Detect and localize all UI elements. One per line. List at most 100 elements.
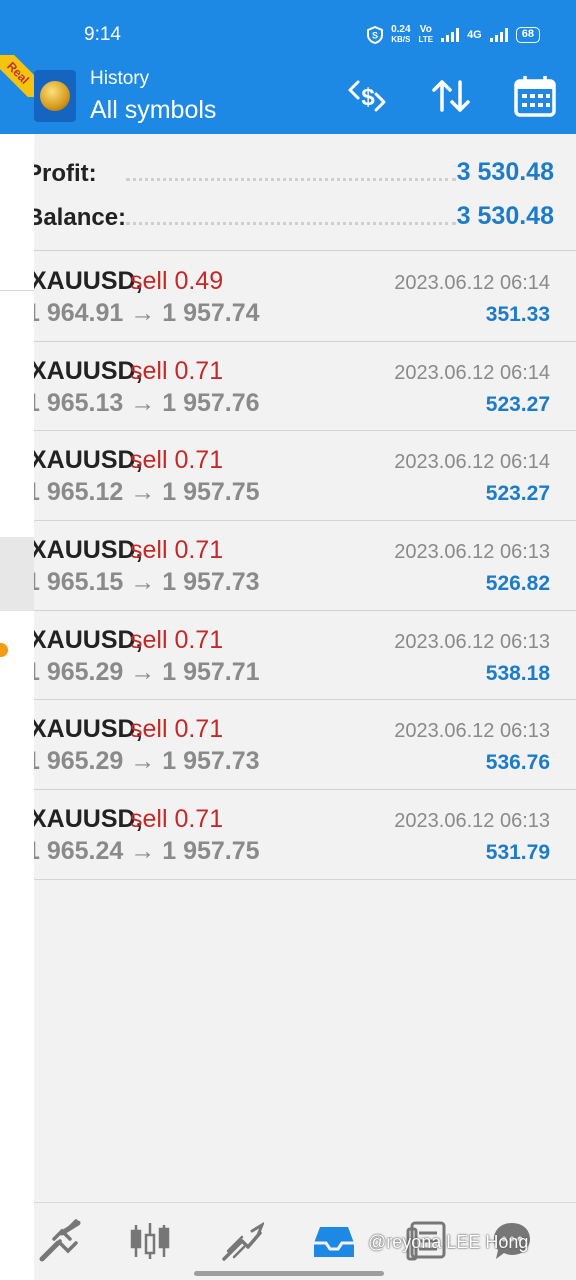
summary-divider	[34, 250, 576, 251]
deal-open-price: 1 964.91	[34, 299, 124, 327]
deal-symbol: XAUUSD,	[34, 356, 143, 385]
watermark: @reyona LEE Hong	[368, 1232, 529, 1252]
arrow-right-icon: →	[130, 657, 156, 686]
deal-prices: 1 965.15 → 1 957.73	[34, 568, 260, 597]
arrow-right-icon: →	[130, 478, 156, 507]
arrow-right-icon: →	[130, 299, 156, 327]
deal-profit: 523.27	[485, 392, 550, 416]
deal-time: 2023.06.12 06:14	[394, 272, 550, 294]
arrow-right-icon: →	[130, 388, 156, 417]
symbol-filter[interactable]: All symbols	[90, 96, 216, 125]
arrow-right-icon: →	[130, 837, 156, 866]
deal-symbol: XAUUSD,	[34, 267, 143, 295]
signal-icon-2	[489, 28, 508, 42]
svg-text:S: S	[372, 31, 378, 41]
page-title: History	[90, 68, 150, 89]
deal-close-price: 1 957.75	[162, 478, 260, 507]
deals-list: XAUUSD, sell 0.49 1 964.91 → 1 957.74 20…	[34, 252, 576, 880]
notification-dot	[0, 643, 8, 657]
balance-value: 3 530.48	[456, 202, 554, 230]
metatrader-logo-icon[interactable]	[34, 70, 76, 122]
side-drawer[interactable]	[0, 60, 34, 1280]
deal-row[interactable]: XAUUSD, sell 0.71 1 965.29 → 1 957.73 20…	[34, 700, 576, 791]
arrow-right-icon: →	[130, 568, 156, 597]
drawer-divider	[0, 290, 34, 291]
deal-row[interactable]: XAUUSD, sell 0.71 1 965.15 → 1 957.73 20…	[34, 521, 576, 611]
quotes-icon[interactable]	[38, 1219, 82, 1263]
deal-close-price: 1 957.73	[162, 747, 260, 776]
deal-open-price: 1 965.29	[34, 657, 124, 686]
history-content: Profit: 3 530.48 Balance: 3 530.48 XAUUS…	[34, 134, 576, 1202]
deal-profit: 523.27	[485, 482, 550, 506]
net-speed: 0.24 KB/S	[391, 24, 411, 45]
balance-summary: Balance: 3 530.48	[34, 196, 576, 236]
signal-icon	[441, 28, 460, 42]
deal-time: 2023.06.12 06:13	[394, 720, 550, 743]
deal-row[interactable]: XAUUSD, sell 0.71 1 965.13 → 1 957.76 20…	[34, 342, 576, 432]
deal-close-price: 1 957.73	[162, 568, 260, 597]
deal-open-price: 1 965.15	[34, 568, 124, 597]
dotted-leader	[126, 178, 456, 181]
volte-indicator: Vo LTE	[418, 24, 434, 45]
deal-type: sell 0.49	[130, 267, 224, 295]
deal-row[interactable]: XAUUSD, sell 0.71 1 965.29 → 1 957.71 20…	[34, 611, 576, 701]
deal-row[interactable]: XAUUSD, sell 0.71 1 965.12 → 1 957.75 20…	[34, 431, 576, 522]
balance-label: Balance:	[34, 204, 127, 231]
deal-open-price: 1 965.24	[34, 837, 124, 866]
deal-close-price: 1 957.74	[162, 299, 260, 327]
deal-time: 2023.06.12 06:13	[394, 630, 550, 653]
deal-type: sell 0.71	[130, 805, 224, 834]
deal-type: sell 0.71	[130, 356, 224, 385]
deal-type: sell 0.71	[130, 625, 224, 654]
deal-close-price: 1 957.71	[162, 657, 260, 686]
status-icons: S 0.24 KB/S Vo LTE 4G 68	[367, 22, 540, 48]
network-type: 4G	[467, 29, 482, 41]
deal-row[interactable]: XAUUSD, sell 0.49 1 964.91 → 1 957.74 20…	[34, 252, 576, 342]
deal-close-price: 1 957.75	[162, 837, 260, 866]
deal-type: sell 0.71	[130, 446, 224, 475]
deal-type: sell 0.71	[130, 715, 224, 744]
dotted-leader	[126, 222, 456, 225]
deal-time: 2023.06.12 06:13	[394, 810, 550, 833]
deal-profit: 538.18	[485, 661, 550, 685]
deal-symbol: XAUUSD,	[34, 536, 143, 565]
account-badge: Real	[0, 55, 34, 97]
deal-symbol: XAUUSD,	[34, 446, 143, 475]
calendar-icon[interactable]	[512, 74, 558, 118]
currency-exchange-icon[interactable]: $	[344, 74, 390, 118]
deal-time: 2023.06.12 06:14	[394, 451, 550, 474]
status-time: 9:14	[84, 24, 121, 45]
battery-icon: 68	[515, 27, 540, 43]
trade-icon[interactable]	[220, 1219, 264, 1263]
shield-icon: S	[367, 26, 384, 44]
deal-profit: 526.82	[485, 572, 550, 596]
status-bar: 9:14 S 0.24 KB/S Vo LTE 4G 68	[0, 0, 576, 60]
sort-icon[interactable]	[428, 74, 474, 118]
deal-symbol: XAUUSD,	[34, 625, 143, 654]
deal-profit: 531.79	[485, 841, 550, 865]
deal-prices: 1 965.12 → 1 957.75	[34, 478, 260, 507]
drawer-selected-item[interactable]	[0, 537, 34, 611]
deal-open-price: 1 965.29	[34, 747, 124, 776]
real-account-badge: Real	[0, 55, 34, 97]
svg-text:$: $	[361, 84, 375, 111]
deal-prices: 1 964.91 → 1 957.74	[34, 299, 260, 328]
chart-icon[interactable]	[128, 1219, 172, 1263]
history-icon[interactable]	[312, 1219, 356, 1263]
deal-close-price: 1 957.76	[162, 388, 260, 417]
deal-profit: 351.33	[485, 303, 550, 326]
deal-prices: 1 965.13 → 1 957.76	[34, 389, 260, 418]
deal-profit: 536.76	[485, 751, 550, 775]
deal-open-price: 1 965.13	[34, 388, 124, 417]
profit-value: 3 530.48	[456, 158, 554, 186]
app-bar: History All symbols $	[0, 60, 576, 134]
home-indicator[interactable]	[194, 1271, 384, 1276]
deal-prices: 1 965.29 → 1 957.73	[34, 747, 260, 776]
deal-symbol: XAUUSD,	[34, 805, 143, 834]
deal-type: sell 0.71	[130, 536, 224, 565]
deal-time: 2023.06.12 06:13	[394, 541, 550, 564]
deal-prices: 1 965.29 → 1 957.71	[34, 658, 260, 687]
deal-open-price: 1 965.12	[34, 478, 124, 507]
deal-symbol: XAUUSD,	[34, 715, 143, 744]
deal-row[interactable]: XAUUSD, sell 0.71 1 965.24 → 1 957.75 20…	[34, 790, 576, 880]
